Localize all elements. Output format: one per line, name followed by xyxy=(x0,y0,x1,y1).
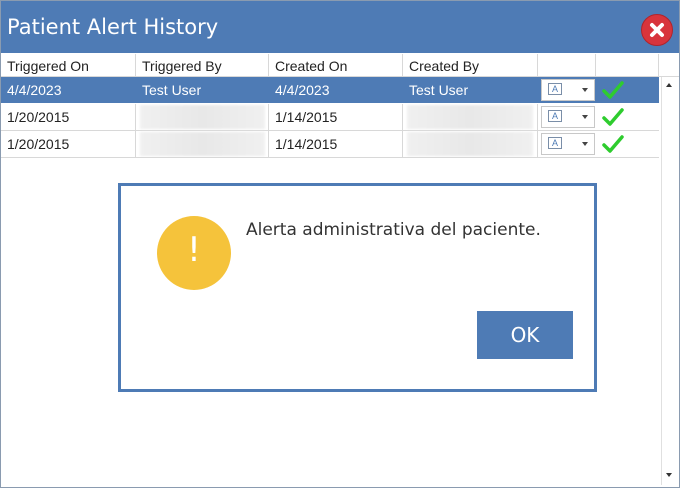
column-header-language xyxy=(538,54,596,76)
language-icon: A xyxy=(548,137,562,149)
redacted-name xyxy=(407,105,533,129)
table-row[interactable]: 1/20/2015 1/14/2015 A xyxy=(1,104,659,130)
column-header-created-by[interactable]: Created By xyxy=(403,54,538,76)
chevron-down-icon xyxy=(582,142,588,146)
check-icon xyxy=(602,135,624,153)
warning-icon: ! xyxy=(157,216,231,290)
close-icon xyxy=(650,23,664,37)
language-dropdown[interactable]: A xyxy=(541,106,595,128)
redacted-name xyxy=(140,132,265,156)
vertical-scrollbar[interactable] xyxy=(661,77,678,485)
language-dropdown[interactable]: A xyxy=(541,79,595,101)
cell-triggered-on: 4/4/2023 xyxy=(7,82,62,98)
patient-alert-history-window: Patient Alert History Triggered On Trigg… xyxy=(0,0,680,488)
check-icon xyxy=(602,108,624,126)
ok-button[interactable]: OK xyxy=(477,311,573,359)
cell-triggered-by: Test User xyxy=(142,82,202,98)
scroll-up-arrow-icon[interactable] xyxy=(666,83,672,87)
cell-triggered-by xyxy=(136,131,269,157)
table-row[interactable]: 4/4/2023 Test User 4/4/2023 Test User A xyxy=(1,77,659,103)
close-button[interactable] xyxy=(641,14,673,46)
language-icon: A xyxy=(548,83,562,95)
column-header-created-on[interactable]: Created On xyxy=(269,54,403,76)
table-row[interactable]: 1/20/2015 1/14/2015 A xyxy=(1,131,659,157)
chevron-down-icon xyxy=(582,115,588,119)
redacted-name xyxy=(140,105,265,129)
row-divider xyxy=(1,157,659,158)
title-bar: Patient Alert History xyxy=(1,1,679,53)
column-header-triggered-by[interactable]: Triggered By xyxy=(136,54,269,76)
cell-triggered-on: 1/20/2015 xyxy=(1,131,136,157)
alert-message: Alerta administrativa del paciente. xyxy=(246,220,541,240)
cell-created-by xyxy=(403,104,538,130)
column-header-status xyxy=(596,54,659,76)
column-header-triggered-on[interactable]: Triggered On xyxy=(1,54,136,76)
cell-triggered-on: 1/20/2015 xyxy=(1,104,136,130)
cell-created-on: 1/14/2015 xyxy=(269,104,403,130)
alert-dialog: ! Alerta administrativa del paciente. OK xyxy=(118,183,597,392)
warning-glyph: ! xyxy=(187,230,201,270)
cell-triggered-by xyxy=(136,104,269,130)
scroll-down-arrow-icon[interactable] xyxy=(666,473,672,477)
cell-created-by: Test User xyxy=(409,82,469,98)
cell-created-on: 1/14/2015 xyxy=(269,131,403,157)
check-icon xyxy=(602,81,624,99)
language-dropdown[interactable]: A xyxy=(541,133,595,155)
cell-created-by xyxy=(403,131,538,157)
redacted-name xyxy=(407,132,533,156)
cell-created-on: 4/4/2023 xyxy=(275,82,330,98)
chevron-down-icon xyxy=(582,88,588,92)
window-title: Patient Alert History xyxy=(7,15,219,39)
language-icon: A xyxy=(548,110,562,122)
